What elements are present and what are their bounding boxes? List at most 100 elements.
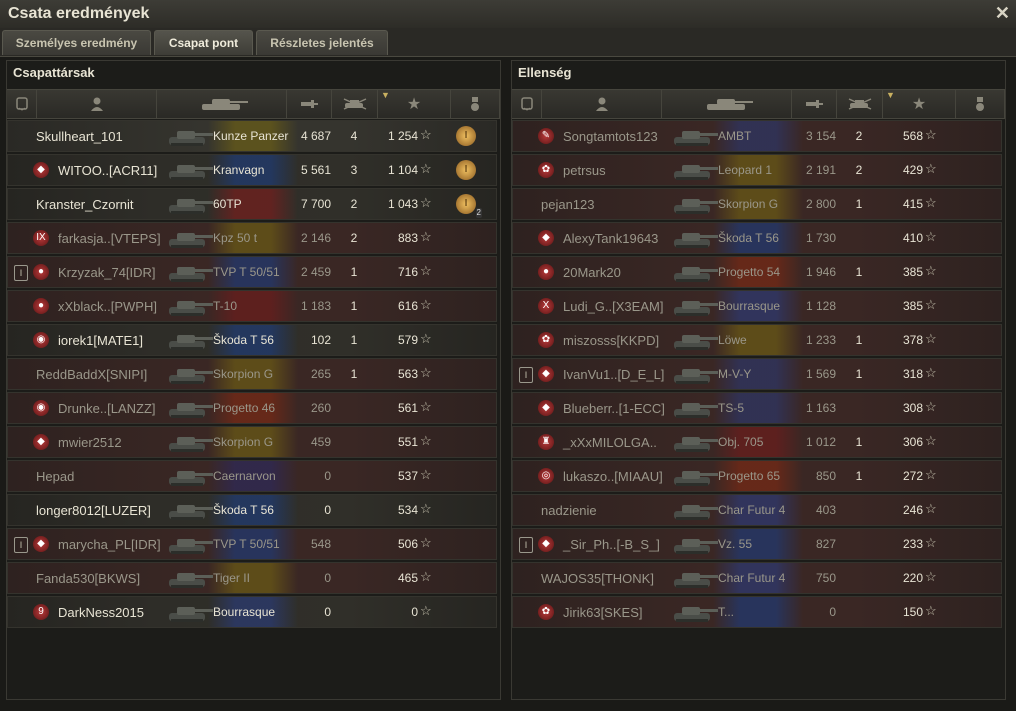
enemy-player-row[interactable]: ◎ lukaszo..[MIAAU] Progetto 65 850 1 272 ☆	[512, 460, 1002, 492]
enemy-sort-tank-header[interactable]	[662, 90, 792, 118]
clan-emblem-icon: ◉	[33, 400, 49, 416]
enemy-sort-kills-header[interactable]	[837, 90, 883, 118]
damage-value: 0	[324, 571, 331, 585]
team-player-row[interactable]: ◆ WITOO..[ACR11] Kranvagn 5 561 3 1 104 ☆ I	[7, 154, 497, 186]
tank-name: 60TP	[213, 197, 242, 211]
team-sort-tank-header[interactable]	[157, 90, 287, 118]
xp-value: 429	[902, 163, 923, 177]
xp-value: 465	[397, 571, 418, 585]
tank-name: Kranvagn	[213, 163, 265, 177]
xp-value: 883	[397, 231, 418, 245]
damage-value: 827	[815, 537, 836, 551]
damage-value: 1 128	[805, 299, 836, 313]
team-player-row[interactable]: I ◆ marycha_PL[IDR] TVP T 50/51 548 506 ☆	[7, 528, 497, 560]
enemy-player-row[interactable]: ◆ Blueberr..[1-ECC] TS-5 1 163 308 ☆	[512, 392, 1002, 424]
enemy-player-row[interactable]: ✿ miszosss[KKPD] Löwe 1 233 1 378 ☆	[512, 324, 1002, 356]
team-player-row[interactable]: I ● Krzyzak_74[IDR] TVP T 50/51 2 459 1 716 ☆	[7, 256, 497, 288]
team-player-row[interactable]: ReddBaddX[SNIPI] Skorpion G 265 1 563 ☆	[7, 358, 497, 390]
tank-icon	[670, 361, 720, 387]
team-column-header: ★ ▼	[7, 89, 500, 119]
enemy-player-row[interactable]: I ◆ _Sir_Ph..[-B_S_] Vz. 55 827 233 ☆	[512, 528, 1002, 560]
enemy-sort-platoon-header[interactable]	[512, 90, 542, 118]
medal-icon[interactable]: I	[456, 160, 476, 180]
clan-emblem-icon: ♜	[538, 434, 554, 450]
kills-value: 1	[855, 435, 863, 449]
team-player-row[interactable]: Fanda530[BKWS] Tiger II 0 465 ☆	[7, 562, 497, 594]
enemy-player-row[interactable]: nadzienie Char Futur 4 403 246 ☆	[512, 494, 1002, 526]
team-player-row[interactable]: longer8012[LUZER] Škoda T 56 0 534 ☆	[7, 494, 497, 526]
player-name: nadzienie	[541, 503, 597, 518]
xp-value: 551	[397, 435, 418, 449]
team-sort-kills-header[interactable]	[332, 90, 378, 118]
team-player-row[interactable]: Skullheart_101 Kunze Panzer 4 687 4 1 254 ☆ I	[7, 120, 497, 152]
team-player-row[interactable]: ◆ mwier2512 Skorpion G 459 551 ☆	[7, 426, 497, 458]
team-player-row[interactable]: Kranster_Czornit 60TP 7 700 2 1 043 ☆ I 2	[7, 188, 497, 220]
damage-value: 459	[310, 435, 331, 449]
enemy-player-row[interactable]: ✎ Songtamtots123 AMBT 3 154 2 568 ☆	[512, 120, 1002, 152]
player-name: Songtamtots123	[563, 129, 658, 144]
team-sort-platoon-header[interactable]	[7, 90, 37, 118]
team-player-row[interactable]: ● xXblack..[PWPH] T-10 1 183 1 616 ☆	[7, 290, 497, 322]
tank-name: Progetto 54	[718, 265, 781, 279]
close-icon[interactable]: ✕	[995, 3, 1010, 24]
team-sort-medal-header[interactable]	[451, 90, 500, 118]
xp-value: 1 043	[387, 197, 418, 211]
tab-personal-result[interactable]: Személyes eredmény	[2, 30, 151, 55]
medal-icon[interactable]: I	[456, 126, 476, 146]
tank-name: Skorpion G	[718, 197, 779, 211]
tank-icon	[670, 429, 720, 455]
tank-name: Obj. 705	[718, 435, 764, 449]
medal-icon[interactable]: I2	[456, 194, 482, 218]
damage-value: 1 163	[805, 401, 836, 415]
star-icon: ☆	[420, 399, 432, 414]
team-player-row[interactable]: IX farkasja..[VTEPS] Kpz 50 t 2 146 2 883 ☆	[7, 222, 497, 254]
enemy-sort-player-header[interactable]	[542, 90, 662, 118]
tank-icon	[165, 327, 215, 353]
star-icon: ☆	[420, 365, 432, 380]
team-player-row[interactable]: ◉ iorek1[MATE1] Škoda T 56 102 1 579 ☆	[7, 324, 497, 356]
damage-value: 1 183	[300, 299, 331, 313]
tank-name: Škoda T 56	[718, 231, 779, 245]
player-name: WAJOS35[THONK]	[541, 571, 654, 586]
enemy-player-row[interactable]: X Ludi_G..[X3EAM] Bourrasque 1 128 385 ☆	[512, 290, 1002, 322]
enemy-sort-damage-header[interactable]	[792, 90, 837, 118]
tank-icon	[670, 123, 720, 149]
tank-icon	[165, 395, 215, 421]
clan-emblem-icon: ●	[33, 264, 49, 280]
tab-team-score[interactable]: Csapat pont	[154, 30, 253, 55]
star-icon: ☆	[420, 501, 432, 516]
tank-name: Progetto 46	[213, 401, 276, 415]
star-icon: ☆	[925, 399, 937, 414]
star-icon: ☆	[925, 569, 937, 584]
team-player-row[interactable]: Hepad Caernarvon 0 537 ☆	[7, 460, 497, 492]
tab-detailed-report[interactable]: Részletes jelentés	[256, 30, 388, 55]
enemy-player-row[interactable]: pejan123 Skorpion G 2 800 1 415 ☆	[512, 188, 1002, 220]
enemy-player-row[interactable]: I ◆ IvanVu1..[D_E_L] M-V-Y 1 569 1 318 ☆	[512, 358, 1002, 390]
enemy-player-row[interactable]: ♜ _xXxMILOLGA.. Obj. 705 1 012 1 306 ☆	[512, 426, 1002, 458]
team-player-row[interactable]: ◉ Drunke..[LANZZ] Progetto 46 260 561 ☆	[7, 392, 497, 424]
enemy-sort-medal-header[interactable]	[956, 90, 1005, 118]
star-icon: ☆	[420, 433, 432, 448]
star-icon: ☆	[420, 263, 432, 278]
enemy-player-row[interactable]: ✿ Jirik63[SKES] T... 0 150 ☆	[512, 596, 1002, 628]
tank-icon	[165, 225, 215, 251]
team-player-row[interactable]: 9 DarkNess2015 Bourrasque 0 0 ☆	[7, 596, 497, 628]
team-sort-damage-header[interactable]	[287, 90, 332, 118]
enemy-player-row[interactable]: ◆ AlexyTank19643 Škoda T 56 1 730 410 ☆	[512, 222, 1002, 254]
tank-name: Progetto 65	[718, 469, 781, 483]
enemy-player-row[interactable]: ✿ petrsus Leopard 1 2 191 2 429 ☆	[512, 154, 1002, 186]
enemy-player-row[interactable]: WAJOS35[THONK] Char Futur 4 750 220 ☆	[512, 562, 1002, 594]
tank-icon	[165, 259, 215, 285]
clan-emblem-icon: ◆	[33, 536, 49, 552]
tank-icon	[165, 293, 215, 319]
tank-name: T-10	[213, 299, 238, 313]
star-icon: ☆	[925, 161, 937, 176]
star-icon: ☆	[420, 195, 432, 210]
team-sort-player-header[interactable]	[37, 90, 157, 118]
team-sort-indicator-icon: ▼	[381, 90, 390, 100]
tank-icon	[670, 191, 720, 217]
xp-value: 716	[397, 265, 418, 279]
player-name: Ludi_G..[X3EAM]	[563, 299, 664, 314]
tank-name: TS-5	[718, 401, 745, 415]
enemy-player-row[interactable]: ● 20Mark20 Progetto 54 1 946 1 385 ☆	[512, 256, 1002, 288]
